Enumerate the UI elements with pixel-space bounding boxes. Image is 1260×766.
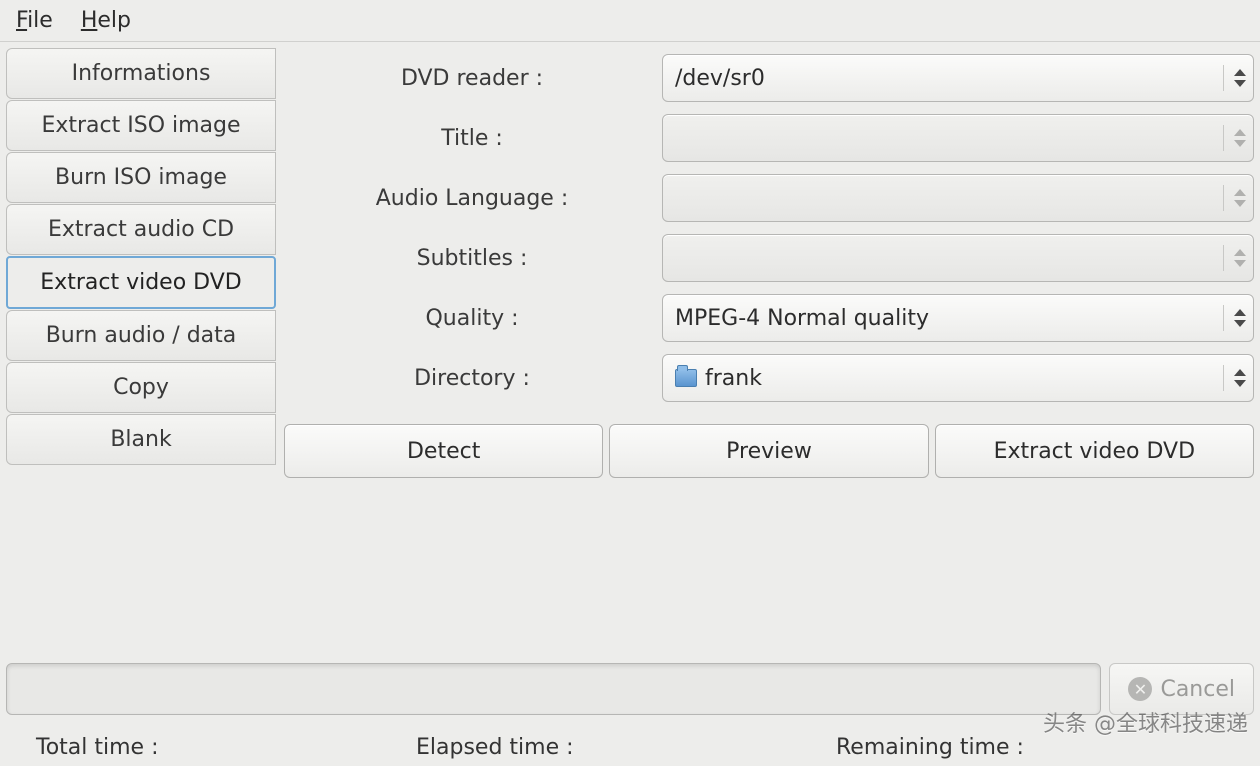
menubar: File Help (0, 0, 1260, 42)
cancel-label: Cancel (1160, 677, 1235, 702)
label-title: Title : (282, 126, 662, 151)
form-panel: DVD reader : /dev/sr0 Title : Audio Lang… (276, 48, 1254, 484)
tab-blank[interactable]: Blank (6, 414, 276, 465)
progress-bar (6, 663, 1101, 715)
sidebar: Informations Extract ISO image Burn ISO … (6, 48, 276, 484)
spinner-icon (1223, 185, 1241, 211)
combo-dvd-reader-value: /dev/sr0 (675, 66, 1215, 91)
bottom-bar: ✕ Cancel Total time : Elapsed time : Rem… (0, 663, 1260, 760)
tab-informations[interactable]: Informations (6, 48, 276, 99)
combo-quality-value: MPEG-4 Normal quality (675, 306, 1215, 331)
spinner-icon (1223, 305, 1241, 331)
tab-burn-audio-data[interactable]: Burn audio / data (6, 310, 276, 361)
status-row: Total time : Elapsed time : Remaining ti… (6, 731, 1254, 760)
tab-extract-iso[interactable]: Extract ISO image (6, 100, 276, 151)
total-time-label: Total time : (36, 735, 416, 760)
label-audio-language: Audio Language : (282, 186, 662, 211)
close-icon: ✕ (1128, 677, 1152, 701)
action-button-row: Detect Preview Extract video DVD (282, 424, 1254, 478)
spinner-icon (1223, 65, 1241, 91)
tab-extract-video-dvd[interactable]: Extract video DVD (6, 256, 276, 309)
detect-button[interactable]: Detect (284, 424, 603, 478)
tab-extract-audio-cd[interactable]: Extract audio CD (6, 204, 276, 255)
combo-subtitles[interactable] (662, 234, 1254, 282)
main-area: Informations Extract ISO image Burn ISO … (0, 42, 1260, 484)
spinner-icon (1223, 125, 1241, 151)
label-subtitles: Subtitles : (282, 246, 662, 271)
extract-video-dvd-button[interactable]: Extract video DVD (935, 424, 1254, 478)
combo-dvd-reader[interactable]: /dev/sr0 (662, 54, 1254, 102)
combo-quality[interactable]: MPEG-4 Normal quality (662, 294, 1254, 342)
tab-copy[interactable]: Copy (6, 362, 276, 413)
folder-icon (675, 369, 697, 387)
cancel-button: ✕ Cancel (1109, 663, 1254, 715)
menu-file[interactable]: File (16, 8, 53, 33)
combo-audio-language[interactable] (662, 174, 1254, 222)
combo-directory[interactable]: frank (662, 354, 1254, 402)
spinner-icon (1223, 245, 1241, 271)
preview-button[interactable]: Preview (609, 424, 928, 478)
combo-directory-value: frank (705, 366, 1215, 391)
menu-help[interactable]: Help (81, 8, 131, 33)
spinner-icon (1223, 365, 1241, 391)
combo-title[interactable] (662, 114, 1254, 162)
label-directory: Directory : (282, 366, 662, 391)
remaining-time-label: Remaining time : (836, 735, 1224, 760)
label-quality: Quality : (282, 306, 662, 331)
elapsed-time-label: Elapsed time : (416, 735, 836, 760)
label-dvd-reader: DVD reader : (282, 66, 662, 91)
tab-burn-iso[interactable]: Burn ISO image (6, 152, 276, 203)
